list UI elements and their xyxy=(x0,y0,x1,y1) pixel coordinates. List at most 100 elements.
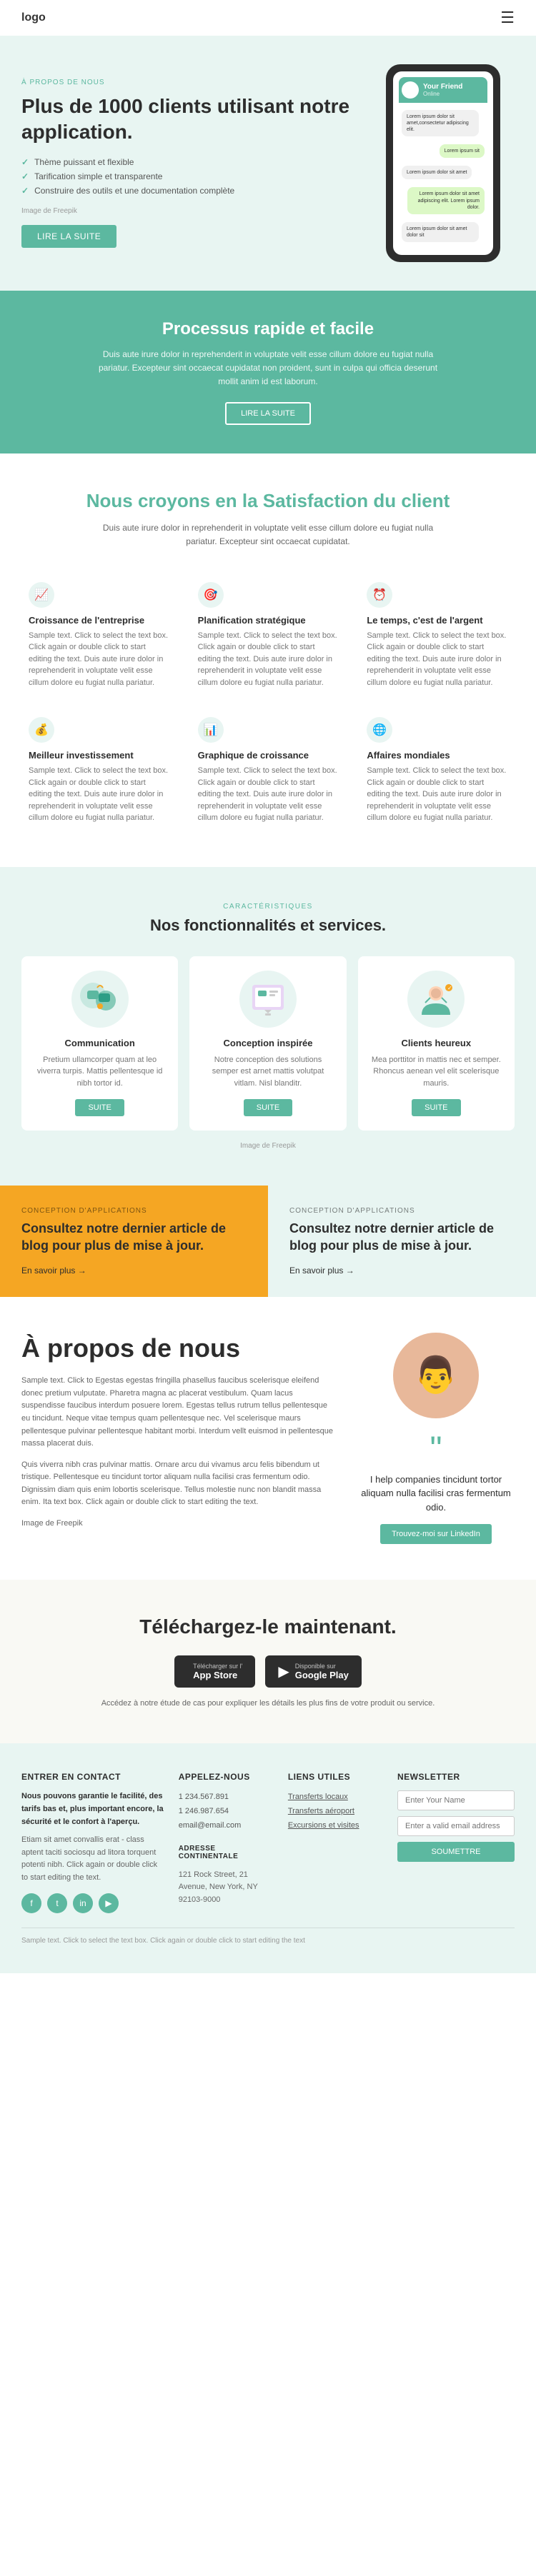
rapide-cta-button[interactable]: LIRE LA SUITE xyxy=(225,402,311,425)
footer-link[interactable]: Transferts aéroport xyxy=(288,1805,383,1819)
footer-bottom: Sample text. Click to select the text bo… xyxy=(21,1928,515,1945)
image-credit: Image de Freepik xyxy=(21,207,357,215)
about-section: À propos de nous Sample text. Click to E… xyxy=(0,1297,536,1580)
rapide-title: Processus rapide et facile xyxy=(21,319,515,339)
hero-section: À PROPOS DE NOUS Plus de 1000 clients ut… xyxy=(0,36,536,291)
chat-message: Lorem ipsum dolor sit amet adipiscing el… xyxy=(407,187,485,214)
about-paragraph-2: Quis viverra nibh cras pulvinar mattis. … xyxy=(21,1459,336,1509)
hero-title: Plus de 1000 clients utilisant notre app… xyxy=(21,94,357,146)
footer-col-title: appelez-nous xyxy=(179,1772,274,1782)
blog-card-left: Conception d'applications Consultez notr… xyxy=(0,1186,268,1297)
card-cta-button[interactable]: SUITE xyxy=(244,1099,292,1116)
facebook-icon[interactable]: f xyxy=(21,1893,41,1913)
card-illustration xyxy=(71,971,129,1028)
app-store-name: App Store xyxy=(193,1670,242,1680)
hero-text: À PROPOS DE NOUS Plus de 1000 clients ut… xyxy=(21,79,357,248)
list-item: Thème puissant et flexible xyxy=(21,157,357,167)
google-play-button[interactable]: ▶ Disponible sur Google Play xyxy=(265,1655,362,1688)
blog-label: Conception d'applications xyxy=(21,1207,247,1215)
satisfaction-description: Duis aute irure dolor in reprehenderit i… xyxy=(89,521,447,548)
chat-message: Lorem ipsum dolor sit amet dolor sit xyxy=(402,222,479,242)
linkedin-button[interactable]: Trouvez-moi sur LinkedIn xyxy=(380,1524,492,1544)
feature-icon: 🎯 xyxy=(198,582,224,608)
chat-message: Lorem ipsum sit xyxy=(440,144,485,158)
feature-icon: 💰 xyxy=(29,717,54,743)
footer-social: f t in ▶ xyxy=(21,1893,164,1913)
newsletter-email-input[interactable] xyxy=(397,1816,515,1836)
app-store-button[interactable]: Télécharger sur l' App Store xyxy=(174,1655,255,1688)
list-item: Tarification simple et transparente xyxy=(21,171,357,181)
feature-item: 📈 Croissance de l'entreprise Sample text… xyxy=(21,575,177,696)
blog-card-right: Conception d'applications Consultez notr… xyxy=(268,1186,536,1297)
feature-item: 💰 Meilleur investissement Sample text. C… xyxy=(21,710,177,831)
quote-mark: " xyxy=(357,1433,515,1467)
store-buttons: Télécharger sur l' App Store ▶ Disponibl… xyxy=(21,1655,515,1688)
chat-message: Lorem ipsum dolor sit amet,consectetur a… xyxy=(402,110,479,136)
card-title: Conception inspirée xyxy=(201,1038,334,1048)
blog-section: Conception d'applications Consultez notr… xyxy=(0,1186,536,1297)
feature-icon: ⏰ xyxy=(367,582,392,608)
feature-title: Affaires mondiales xyxy=(367,750,507,761)
feature-item: ⏰ Le temps, c'est de l'argent Sample tex… xyxy=(359,575,515,696)
twitter-icon[interactable]: t xyxy=(47,1893,67,1913)
feature-item: 🌐 Affaires mondiales Sample text. Click … xyxy=(359,710,515,831)
svg-text:✓: ✓ xyxy=(447,985,452,991)
google-play-icon: ▶ xyxy=(278,1663,289,1680)
card-cta-button[interactable]: SUITE xyxy=(412,1099,460,1116)
hero-cta-button[interactable]: LIRE LA SUITE xyxy=(21,225,116,248)
feature-icon: 📈 xyxy=(29,582,54,608)
blog-link[interactable]: En savoir plus → xyxy=(21,1266,86,1276)
rapide-section: Processus rapide et facile Duis aute iru… xyxy=(0,291,536,453)
footer-link[interactable]: Excursions et visites xyxy=(288,1819,383,1833)
newsletter-submit-button[interactable]: SOUMETTRE xyxy=(397,1842,515,1862)
footer-col-phone: appelez-nous 1 234.567.891 1 246.987.654… xyxy=(179,1772,274,1913)
card-desc: Mea porttitor in mattis nec et semper. R… xyxy=(369,1054,503,1090)
download-note: Accédez à notre étude de cas pour expliq… xyxy=(21,1699,515,1708)
footer-address-label: adresse continentale xyxy=(179,1845,274,1860)
conception-illustration xyxy=(247,978,289,1021)
satisfaction-section: Nous croyons en la Satisfaction du clien… xyxy=(0,453,536,867)
about-left: À propos de nous Sample text. Click to E… xyxy=(21,1333,336,1545)
feature-title: Meilleur investissement xyxy=(29,750,169,761)
blog-title: Consultez notre dernier article de blog … xyxy=(289,1221,515,1254)
feature-desc: Sample text. Click to select the text bo… xyxy=(198,765,339,824)
footer-highlight: Nous pouvons garantie le facilité, des t… xyxy=(21,1790,164,1828)
download-section: Téléchargez-le maintenant. Télécharger s… xyxy=(0,1580,536,1743)
footer-link[interactable]: Transferts locaux xyxy=(288,1790,383,1805)
card-illustration xyxy=(239,971,297,1028)
footer-phone-1: 1 234.567.891 xyxy=(179,1790,274,1805)
card-desc: Notre conception des solutions semper es… xyxy=(201,1054,334,1090)
image-credit: Image de Freepik xyxy=(21,1142,515,1150)
footer-text: Etiam sit amet convallis erat - class ap… xyxy=(21,1834,164,1884)
hero-list: Thème puissant et flexible Tarification … xyxy=(21,157,357,196)
card-illustration: ✓ xyxy=(407,971,465,1028)
chat-message: Lorem ipsum dolor sit amet xyxy=(402,166,472,179)
feature-icon: 📊 xyxy=(198,717,224,743)
chat-bubbles: Lorem ipsum dolor sit amet,consectetur a… xyxy=(399,103,487,249)
quote-text: I help companies tincidunt tortor aliqua… xyxy=(357,1473,515,1515)
cards-row: Communication Pretium ullamcorper quam a… xyxy=(21,956,515,1131)
carac-label: CARACTÉRISTIQUES xyxy=(21,903,515,911)
card-cta-button[interactable]: SUITE xyxy=(75,1099,124,1116)
footer-phone-2: 1 246.987.654 xyxy=(179,1805,274,1819)
youtube-icon[interactable]: ▶ xyxy=(99,1893,119,1913)
newsletter-name-input[interactable] xyxy=(397,1790,515,1810)
phone-avatar xyxy=(402,81,419,99)
feature-desc: Sample text. Click to select the text bo… xyxy=(29,630,169,689)
app-store-sub: Télécharger sur l' xyxy=(193,1663,242,1670)
footer-col-title: liens utiles xyxy=(288,1772,383,1782)
footer-col-contact: Entrer en contact Nous pouvons garantie … xyxy=(21,1772,164,1913)
hamburger-menu-icon[interactable]: ☰ xyxy=(500,9,515,27)
footer-email[interactable]: email@email.com xyxy=(179,1819,274,1833)
phone-contact-name: Your Friend xyxy=(423,83,462,91)
blog-title: Consultez notre dernier article de blog … xyxy=(21,1221,247,1254)
feature-title: Planification stratégique xyxy=(198,615,339,626)
blog-link[interactable]: En savoir plus → xyxy=(289,1266,354,1276)
card-desc: Pretium ullamcorper quam at leo viverra … xyxy=(33,1054,167,1090)
footer-col-newsletter: newsletter SOUMETTRE xyxy=(397,1772,515,1913)
about-paragraph-1: Sample text. Click to Egestas egestas fr… xyxy=(21,1375,336,1450)
feature-icon: 🌐 xyxy=(367,717,392,743)
rapide-description: Duis aute irure dolor in reprehenderit i… xyxy=(89,348,447,389)
footer-col-title: newsletter xyxy=(397,1772,515,1782)
linkedin-icon[interactable]: in xyxy=(73,1893,93,1913)
